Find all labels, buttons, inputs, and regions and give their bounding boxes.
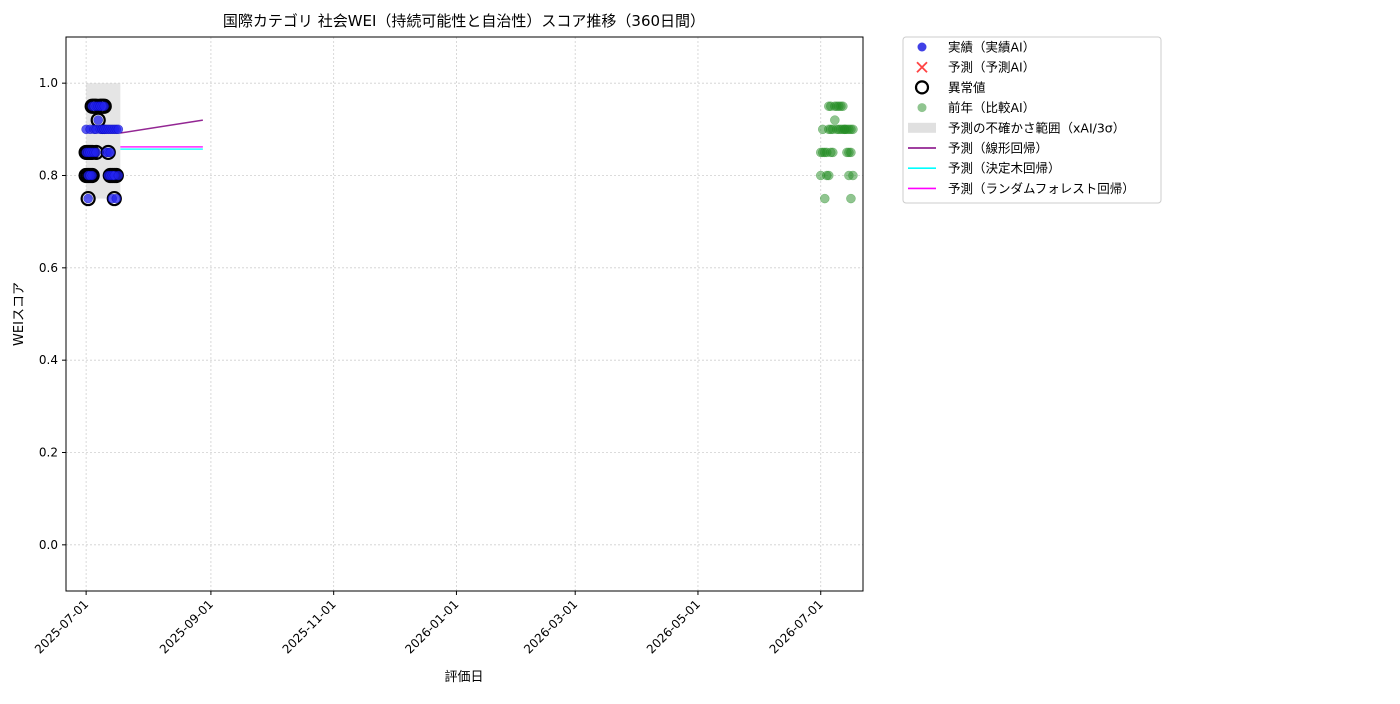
legend-marker-previous [917,103,927,113]
legend-label-tree: 予測（決定木回帰） [948,161,1061,176]
actual-point [93,115,103,125]
actual-point [111,193,122,204]
legend-label-predicted: 予測（予測AI） [948,60,1035,75]
y-axis-label: WEIスコア [12,282,27,346]
x-tick-label: 2026-07-01 [767,597,826,656]
actual-point [83,193,93,204]
grid-layer [66,37,863,591]
x-tick-label: 2026-03-01 [521,597,580,656]
y-tick-label: 0.6 [39,261,58,275]
y-tick-label: 0.8 [39,169,58,183]
previous-point [830,115,840,125]
y-tick-label: 0.2 [39,446,58,460]
legend-label-forest: 予測（ランダムフォレスト回帰） [948,181,1135,196]
x-tick-label: 2026-01-01 [402,597,461,656]
x-axis: 2025-07-01 2025-09-01 2025-11-01 2026-01-01… [32,591,826,656]
actual-point [105,147,116,158]
previous-point [820,193,830,204]
chart: 国際カテゴリ 社会WEI（持続可能性と自治性）スコア推移（360日間） 0.0 0… [0,0,1400,700]
chart-svg: 国際カテゴリ 社会WEI（持続可能性と自治性）スコア推移（360日間） 0.00… [12,12,1162,685]
actual-point [113,124,124,135]
previous-point [828,147,838,158]
legend: 実績（実績AI） 予測（予測AI） 異常値前年（比較AI） 予測の不確かさ範囲（xAI… [902,36,1162,204]
legend-label-actual: 実績（実績AI） [948,40,1035,55]
prediction-lines [120,119,203,150]
legend-label-band: 予測の不確かさ範囲（xAI/3σ） [948,120,1125,135]
previous-point [824,170,834,181]
y-tick-label: 0.0 [39,538,58,552]
actual-point [87,170,97,181]
legend-marker-actual [917,42,927,52]
actual-point [91,147,101,158]
legend-label-linear: 予測（線形回帰） [948,141,1048,156]
actual-point [99,101,109,111]
x-tick-label: 2025-07-01 [32,597,91,656]
legend-label-anomaly: 異常値 [948,80,986,95]
previous-point [838,101,848,111]
previous-point [846,193,856,204]
previous-year-points [815,101,858,204]
x-tick-label: 2026-05-01 [644,597,703,656]
plot-area-frame [65,36,864,592]
chart-title: 国際カテゴリ 社会WEI（持続可能性と自治性）スコア推移（360日間） [223,12,705,30]
linear-regression-line [120,119,203,134]
y-tick-label: 0.4 [39,353,58,367]
x-tick-label: 2025-11-01 [280,597,339,656]
x-axis-label: 評価日 [444,670,483,685]
y-tick-label: 1.0 [39,76,58,90]
legend-marker-band [908,122,936,133]
y-axis: 0.0 0.2 0.4 0.6 0.8 1.0 [39,76,66,552]
previous-point [848,170,858,181]
actual-point [113,170,124,181]
previous-point [846,147,856,158]
previous-point [848,124,858,135]
legend-label-previous: 前年（比較AI） [948,100,1035,115]
x-tick-label: 2025-09-01 [157,597,216,656]
